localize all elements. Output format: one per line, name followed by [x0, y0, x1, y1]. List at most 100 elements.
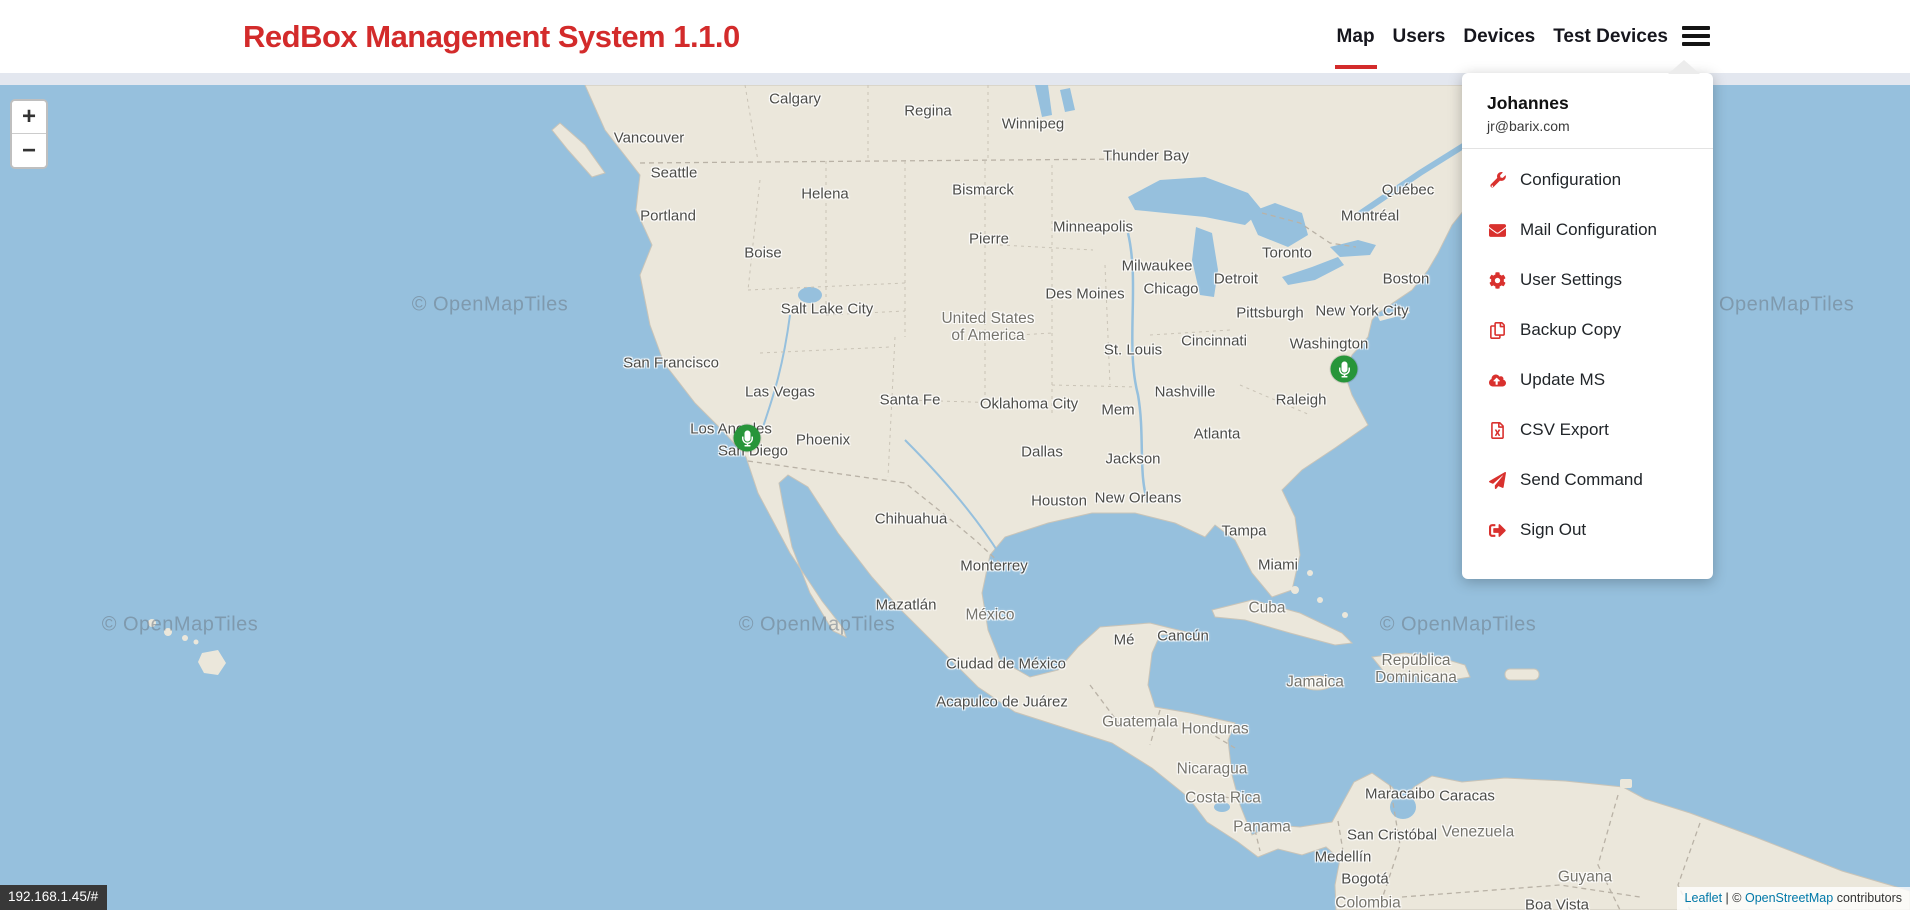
map-label-new-york-city: New York City [1315, 303, 1408, 320]
map-label-san-francisco: San Francisco [623, 355, 719, 372]
map-label-costa-rica: Costa Rica [1185, 790, 1261, 807]
map-label-cuba: Cuba [1248, 600, 1285, 617]
menu-item-label: CSV Export [1520, 420, 1609, 440]
menu-item-backup-copy[interactable]: Backup Copy [1462, 305, 1713, 355]
map-label-san-crist-bal: San Cristóbal [1347, 827, 1437, 844]
openmaptiles-watermark: © OpenMapTiles [1380, 614, 1537, 637]
paper-plane-icon [1487, 470, 1507, 490]
map-label-honduras: Honduras [1181, 721, 1248, 738]
map-label-maracaibo: Maracaibo [1365, 786, 1435, 803]
menu-item-sign-out[interactable]: Sign Out [1462, 505, 1713, 555]
map-label-portland: Portland [640, 208, 696, 225]
menu-item-configuration[interactable]: Configuration [1462, 155, 1713, 205]
menu-item-user-settings[interactable]: User Settings [1462, 255, 1713, 305]
map-label-jamaica: Jamaica [1286, 674, 1344, 691]
menu-item-mail-configuration[interactable]: Mail Configuration [1462, 205, 1713, 255]
openmaptiles-watermark: © OpenMapTiles [102, 614, 259, 637]
openmaptiles-watermark: © OpenMapTiles [739, 614, 896, 637]
user-name: Johannes [1487, 93, 1688, 114]
map-label-detroit: Detroit [1214, 271, 1258, 288]
map-label-montr-al: Montréal [1341, 208, 1399, 225]
menu-item-update-ms[interactable]: Update MS [1462, 355, 1713, 405]
menu-item-send-command[interactable]: Send Command [1462, 455, 1713, 505]
map-label-new-orleans: New Orleans [1095, 490, 1182, 507]
user-menu-list: Configuration Mail Configuration User Sett… [1462, 149, 1713, 567]
map-label-nashville: Nashville [1155, 384, 1216, 401]
user-email: jr@barix.com [1487, 118, 1688, 134]
map-label-colombia: Colombia [1335, 895, 1400, 910]
gear-icon [1487, 270, 1507, 290]
openmaptiles-watermark: © OpenMapTiles [1698, 294, 1855, 317]
nav-item-devices[interactable]: Devices [1463, 3, 1535, 71]
map-label-washington: Washington [1290, 336, 1369, 353]
map-label-oklahoma-city: Oklahoma City [980, 396, 1078, 413]
zoom-out-button[interactable]: − [12, 134, 46, 167]
microphone-device-east-coast-marker[interactable] [1331, 356, 1358, 383]
map-label-m-xico: México [965, 607, 1014, 624]
map-label-miami: Miami [1258, 557, 1298, 574]
menu-item-label: Sign Out [1520, 520, 1586, 540]
leaflet-link[interactable]: Leaflet [1685, 891, 1723, 905]
map-label-dallas: Dallas [1021, 444, 1063, 461]
hamburger-menu-icon[interactable] [1682, 22, 1710, 50]
map-label-vancouver: Vancouver [614, 130, 685, 147]
microphone-icon [1338, 361, 1350, 377]
map-label-united-states-of-america: United States of America [941, 310, 1034, 344]
map-label-phoenix: Phoenix [796, 432, 850, 449]
map-label-guyana: Guyana [1558, 869, 1612, 886]
map-label-atlanta: Atlanta [1194, 426, 1241, 443]
attribution-suffix: contributors [1833, 891, 1902, 905]
attribution-separator: | © [1722, 891, 1745, 905]
map-label-venezuela: Venezuela [1442, 824, 1514, 841]
microphone-device-san-diego-marker[interactable] [734, 425, 761, 452]
openstreetmap-link[interactable]: OpenStreetMap [1745, 891, 1833, 905]
map-zoom-control: + − [10, 99, 48, 169]
sign-out-icon [1487, 520, 1507, 540]
map-label-ciudad-de-m-xico: Ciudad de México [946, 656, 1066, 673]
map-attribution: Leaflet | © OpenStreetMap contributors [1677, 887, 1910, 910]
map-label-boston: Boston [1383, 271, 1430, 288]
menu-item-label: Mail Configuration [1520, 220, 1657, 240]
map-label-caracas: Caracas [1439, 788, 1495, 805]
nav-item-users[interactable]: Users [1393, 3, 1446, 71]
map-label-monterrey: Monterrey [960, 558, 1028, 575]
map-label-santa-fe: Santa Fe [880, 392, 941, 409]
map-label-toronto: Toronto [1262, 245, 1312, 262]
map-label-des-moines: Des Moines [1045, 286, 1124, 303]
map-label-panama: Panama [1233, 819, 1291, 836]
app-title: RedBox Management System 1.1.0 [243, 0, 740, 73]
link-preview-status: 192.168.1.45/# [0, 885, 107, 910]
map-label-mem: Mem [1101, 402, 1134, 419]
map-label-boise: Boise [744, 245, 782, 262]
map-label-pittsburgh: Pittsburgh [1236, 305, 1304, 322]
map-label-minneapolis: Minneapolis [1053, 219, 1133, 236]
csv-file-icon [1487, 420, 1507, 440]
copy-icon [1487, 320, 1507, 340]
map-label-mazatl-n: Mazatlán [876, 597, 937, 614]
map-label-canc-n: Cancún [1157, 628, 1209, 645]
menu-item-label: Update MS [1520, 370, 1605, 390]
map-label-medell-n: Medellín [1315, 849, 1372, 866]
map-label-thunder-bay: Thunder Bay [1103, 148, 1189, 165]
dropdown-caret-icon [1668, 60, 1700, 74]
map-label-chihuahua: Chihuahua [875, 511, 948, 528]
map-label-rep-blica-dominicana: República Dominicana [1375, 652, 1457, 686]
menu-item-label: Configuration [1520, 170, 1621, 190]
zoom-in-button[interactable]: + [12, 101, 46, 134]
menu-item-csv-export[interactable]: CSV Export [1462, 405, 1713, 455]
map-label-winnipeg: Winnipeg [1002, 116, 1065, 133]
nav-item-map[interactable]: Map [1337, 3, 1375, 71]
map-label-regina: Regina [904, 103, 952, 120]
map-label-m-: Mé [1114, 632, 1135, 649]
map-label-bogot-: Bogotá [1341, 871, 1389, 888]
map-label-raleigh: Raleigh [1276, 392, 1327, 409]
app-header: RedBox Management System 1.1.0 Map Users D… [0, 0, 1910, 73]
map-label-acapulco-de-ju-rez: Acapulco de Juárez [936, 694, 1068, 711]
nav-item-test-devices[interactable]: Test Devices [1553, 3, 1668, 71]
map-label-nicaragua: Nicaragua [1177, 761, 1248, 778]
map-label-st-louis: St. Louis [1104, 342, 1162, 359]
map-label-tampa: Tampa [1221, 523, 1266, 540]
map-label-qu-bec: Québec [1382, 182, 1435, 199]
user-info-block: Johannes jr@barix.com [1462, 73, 1713, 148]
map-label-milwaukee: Milwaukee [1122, 258, 1193, 275]
